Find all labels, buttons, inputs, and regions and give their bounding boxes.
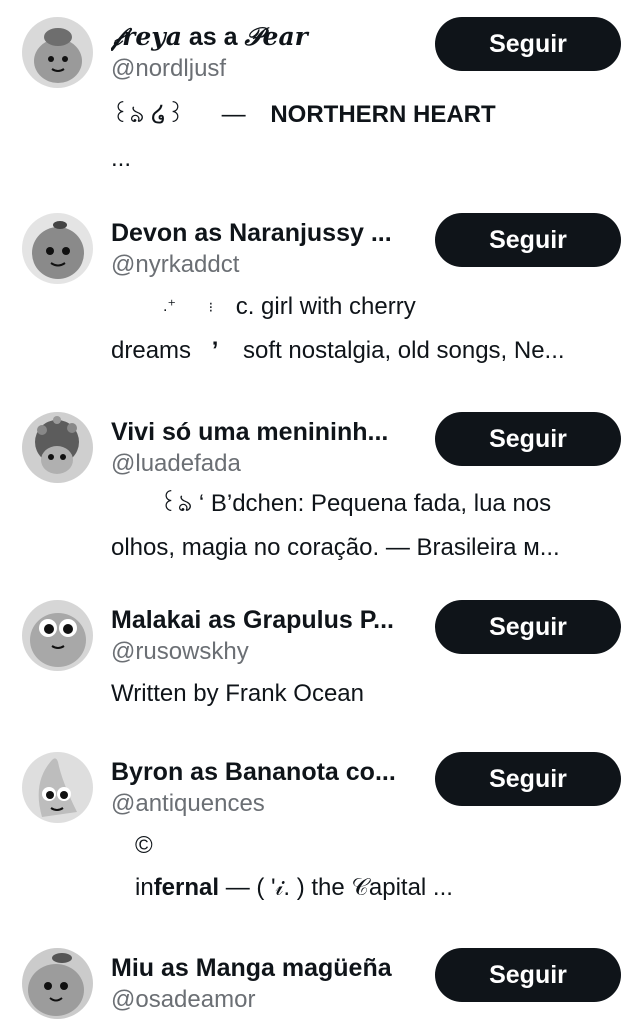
follow-button[interactable]: Seguir xyxy=(435,948,621,1002)
bio-line: ꒰ঌ ໒꒱ — NORTHERN HEART xyxy=(111,93,496,137)
display-name[interactable]: Byron as Bananota co... xyxy=(111,756,421,788)
bio-text: in xyxy=(135,874,154,901)
avatar[interactable] xyxy=(22,752,93,823)
name-part: 𝒻reya xyxy=(111,22,182,51)
display-name[interactable]: Vivi só uma menininh... xyxy=(111,416,421,448)
user-handle[interactable]: @luadefada xyxy=(111,449,241,479)
name-part: as a xyxy=(181,23,245,51)
follow-button[interactable]: Seguir xyxy=(435,600,621,654)
display-name[interactable]: Devon as Naranjussy ... xyxy=(111,217,421,249)
name-part: Devon xyxy=(111,219,188,247)
bio-symbol: ⁝ xyxy=(208,299,214,315)
bio-text: soft nostalgia, old songs, Ne... xyxy=(243,337,565,364)
avatar[interactable] xyxy=(22,600,93,671)
bio-line: infernal — ( '𝒾. ) the 𝒞apital ... xyxy=(111,866,453,910)
bio-symbol: ꒰ঌ ໒꒱ xyxy=(111,101,185,128)
follow-button[interactable]: Seguir xyxy=(435,412,621,466)
display-name[interactable]: Malakai as Grapulus P... xyxy=(111,604,421,636)
bio-text: dreams xyxy=(111,337,192,364)
follow-button[interactable]: Seguir xyxy=(435,17,621,71)
display-name[interactable]: Miu as Manga magüeña xyxy=(111,952,421,984)
avatar[interactable] xyxy=(22,213,93,284)
bio-line: dreams ’ soft nostalgia, old songs, Ne..… xyxy=(111,329,565,373)
user-handle[interactable]: @nyrkaddct xyxy=(111,250,239,280)
bio-heading: NORTHERN HEART xyxy=(270,101,496,128)
bio-text: ᴄ. girl with cherry xyxy=(235,293,416,320)
bio-line: olhos, magia no coração. — Brasileira ᴍ.… xyxy=(111,534,560,561)
bio-symbol: ’ xyxy=(211,337,219,364)
bio-dash: — xyxy=(221,101,246,128)
bio-line: .⁺ ⁝ ᴄ. girl with cherry xyxy=(111,285,416,329)
bio-line: ... xyxy=(111,145,132,172)
bio-line: ꒰ঌ ‘ B’dchen: Pequena fada, lua nos xyxy=(159,490,552,517)
user-handle[interactable]: @osadeamor xyxy=(111,985,255,1015)
follow-button[interactable]: Seguir xyxy=(435,213,621,267)
avatar[interactable] xyxy=(22,17,93,88)
follow-button[interactable]: Seguir xyxy=(435,752,621,806)
user-handle[interactable]: @rusowskhy xyxy=(111,637,249,667)
user-handle[interactable]: @nordljusf xyxy=(111,54,226,84)
avatar[interactable] xyxy=(22,412,93,483)
bio-line: Written by Frank Ocean xyxy=(111,680,364,707)
bio-symbol: .⁺ xyxy=(163,298,176,315)
avatar[interactable] xyxy=(22,948,93,1019)
user-handle[interactable]: @antiquences xyxy=(111,789,265,819)
name-part: as Naranjussy ... xyxy=(187,219,392,247)
name-part: 𝒫ear xyxy=(244,22,308,51)
bio-text: fernal xyxy=(153,874,220,901)
display-name[interactable]: 𝒻reya as a 𝒫ear xyxy=(111,21,421,53)
bio-text: — ( '𝒾. ) the 𝒞apital ... xyxy=(219,874,453,901)
bio-line: © xyxy=(135,832,153,859)
